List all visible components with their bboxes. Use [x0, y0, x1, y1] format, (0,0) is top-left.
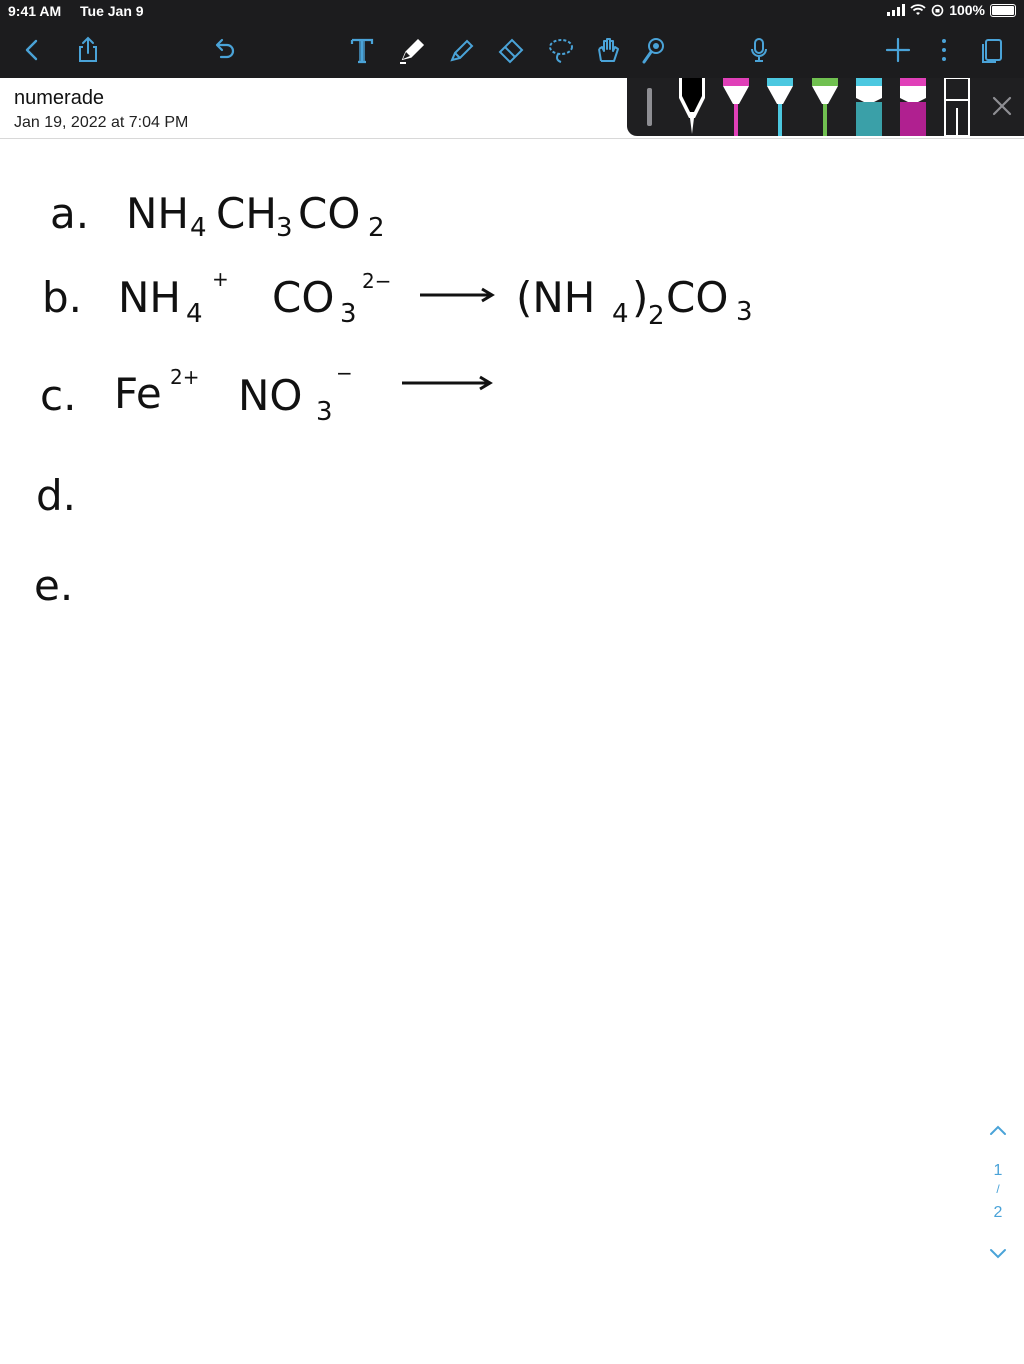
item-b-label: b.	[42, 273, 82, 322]
close-icon[interactable]	[990, 94, 1014, 118]
item-b-ion2-subscript: 3	[340, 299, 357, 329]
current-page-number: 1	[993, 1162, 1003, 1179]
pages-icon[interactable]	[974, 32, 1010, 68]
status-time: 9:41 AM	[8, 3, 62, 19]
item-a-subscript2: 3	[276, 213, 293, 243]
wifi-icon	[910, 4, 926, 15]
lasso-tool-icon[interactable]	[543, 32, 579, 68]
item-a-subscript1: 4	[190, 213, 207, 243]
item-e-label: e.	[34, 561, 73, 610]
microphone-icon[interactable]	[741, 32, 777, 68]
eraser[interactable]	[942, 77, 972, 137]
pen-tool-icon[interactable]	[394, 32, 430, 68]
teal-highlighter[interactable]	[854, 78, 884, 136]
item-b-product-part1: (NH	[516, 273, 595, 322]
cyan-pen[interactable]	[765, 78, 795, 136]
item-b-ion1-charge: +	[212, 267, 229, 291]
item-b-product-part2: )	[632, 273, 648, 322]
item-c-ion2-charge: −	[336, 361, 353, 385]
item-c-label: c.	[40, 371, 76, 420]
item-a-subscript3: 2	[368, 213, 385, 243]
status-bar: 9:41 AM Tue Jan 9 100%	[0, 0, 1024, 22]
page-navigator: 1 / 2	[986, 1120, 1010, 1270]
item-b-ion1-subscript: 4	[186, 299, 203, 329]
purple-highlighter[interactable]	[898, 78, 928, 136]
undo-icon[interactable]	[206, 32, 242, 68]
item-b-ion1: NH	[118, 273, 181, 322]
item-b-arrow	[420, 287, 495, 303]
item-b-ion2-charge: 2−	[362, 269, 391, 293]
item-c-ion2-subscript: 3	[316, 397, 333, 427]
item-a-formula-part1: NH	[126, 189, 189, 238]
more-icon[interactable]	[926, 32, 962, 68]
handwriting-canvas[interactable]: a. NH 4 CH 3 CO 2 b. NH 4 + CO 3 2− (NH …	[0, 140, 1024, 840]
item-a-formula-part3: CO	[298, 189, 360, 238]
tray-grip[interactable]	[647, 88, 652, 126]
text-tool-icon[interactable]	[344, 32, 380, 68]
status-date: Tue Jan 9	[80, 3, 144, 19]
back-icon[interactable]	[14, 32, 50, 68]
orientation-lock-icon	[931, 4, 944, 16]
item-c-ion1: Fe	[114, 369, 162, 418]
item-b-product-part3: CO	[666, 273, 728, 322]
page-separator: /	[996, 1182, 1000, 1196]
shapes-tool-icon[interactable]	[636, 32, 672, 68]
item-b-product-subscript1: 4	[612, 299, 629, 329]
chevron-down-icon[interactable]	[986, 1246, 1010, 1262]
add-icon[interactable]	[880, 32, 916, 68]
pen-tray	[627, 77, 1024, 137]
item-c-arrow	[402, 375, 493, 391]
magenta-pen[interactable]	[721, 78, 751, 136]
item-a-label: a.	[50, 189, 89, 238]
item-b-product-subscript3: 3	[736, 297, 753, 327]
document-title[interactable]: numerade	[14, 87, 104, 110]
eraser-tool-icon[interactable]	[493, 32, 529, 68]
total-page-count: 2	[993, 1204, 1003, 1221]
green-pen[interactable]	[810, 78, 840, 136]
black-pen[interactable]	[677, 78, 707, 136]
item-a-formula-part2: CH	[216, 189, 277, 238]
toolbar	[0, 22, 1024, 78]
status-right: 100%	[887, 2, 1016, 18]
chevron-up-icon[interactable]	[986, 1122, 1010, 1138]
item-c-ion1-charge: 2+	[170, 365, 199, 389]
item-b-ion2: CO	[272, 273, 334, 322]
hand-tool-icon[interactable]	[590, 32, 626, 68]
item-b-product-subscript2: 2	[648, 301, 665, 331]
document-date: Jan 19, 2022 at 7:04 PM	[14, 114, 189, 131]
highlighter-tool-icon[interactable]	[444, 32, 480, 68]
item-d-label: d.	[36, 471, 76, 520]
cellular-signal-icon	[887, 4, 906, 16]
item-c-ion2: NO	[238, 371, 302, 420]
battery-icon	[990, 3, 1016, 17]
battery-percent: 100%	[949, 2, 985, 18]
share-icon[interactable]	[70, 32, 106, 68]
